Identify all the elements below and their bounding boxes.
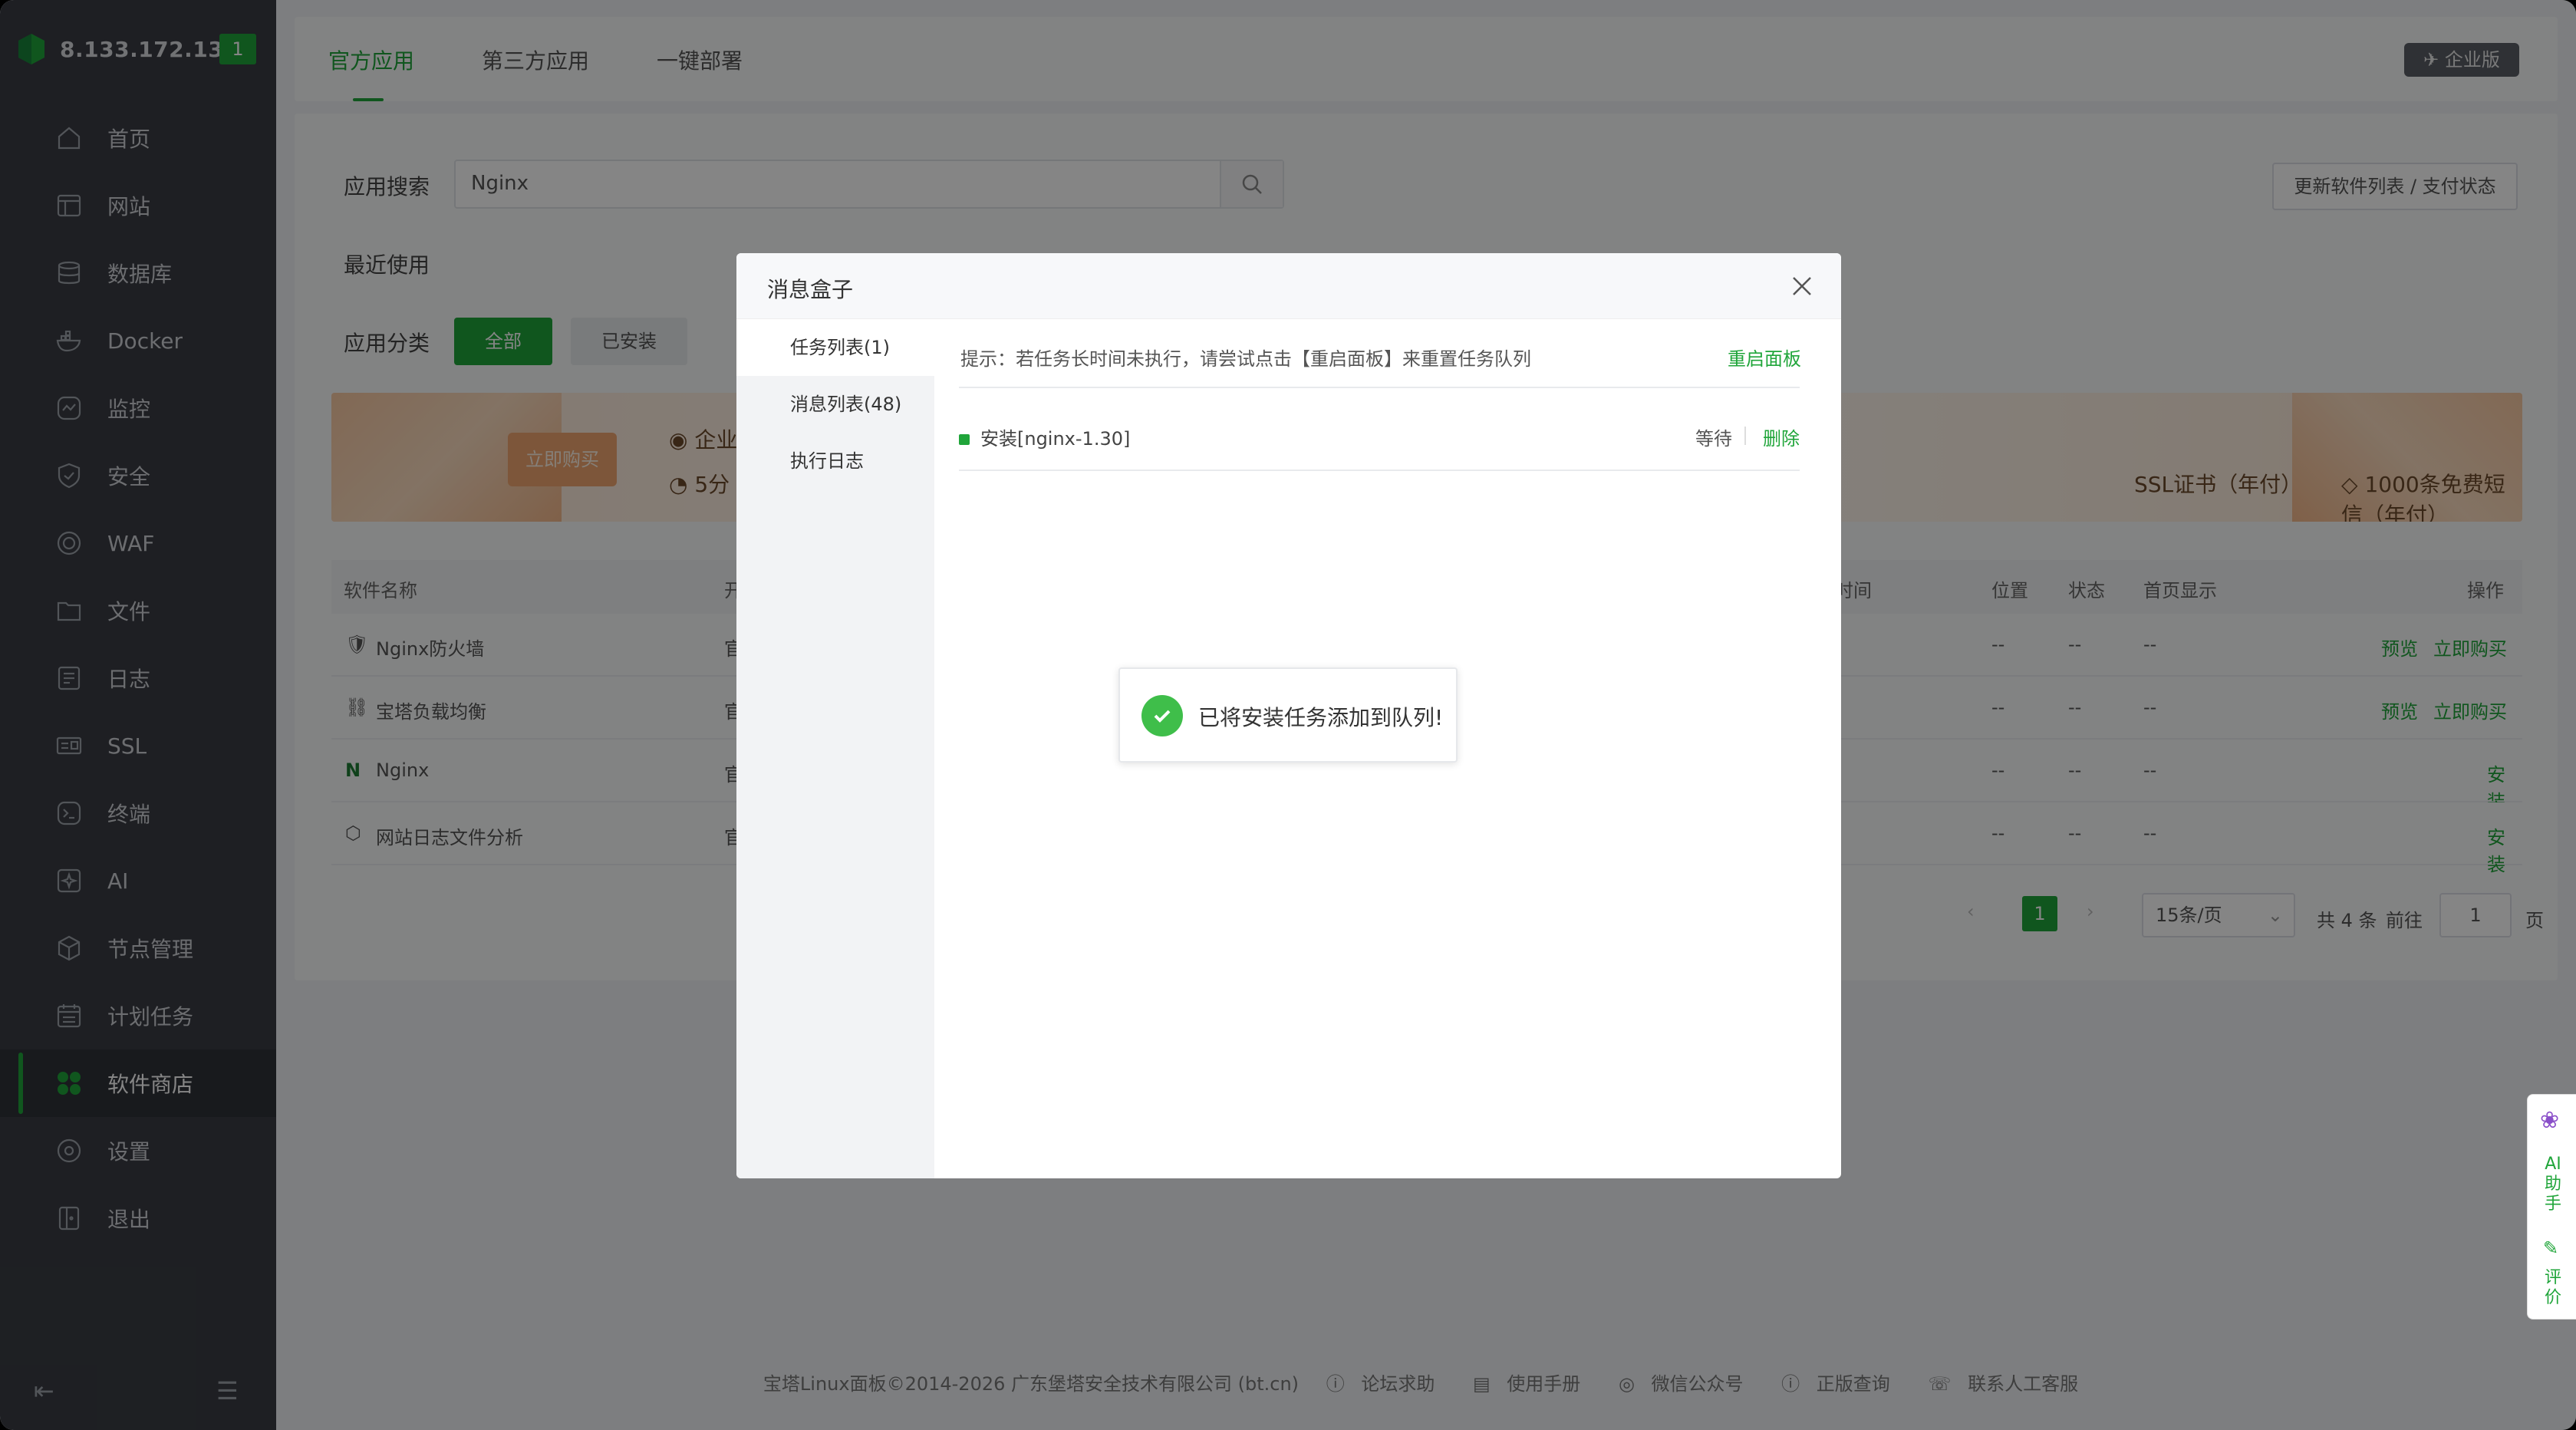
dialog-header: 消息盒子 [736,253,1841,319]
tab-execution-log[interactable]: 执行日志 [736,433,934,489]
restart-panel-link[interactable]: 重启面板 [1728,344,1801,371]
task-name: 安装[nginx-1.30] [980,428,1131,450]
task-item: 安装[nginx-1.30] [959,423,1130,450]
success-toast: 已将安装任务添加到队列! [1118,667,1458,763]
dialog-title: 消息盒子 [767,277,854,302]
ai-assistant-label: AI助手 [2544,1155,2561,1214]
toast-message: 已将安装任务添加到队列! [1198,705,1444,730]
tab-task-list[interactable]: 任务列表(1) [736,319,934,376]
task-status-dot [959,434,970,445]
divider [1744,427,1746,445]
delete-task-link[interactable]: 删除 [1763,423,1800,450]
close-icon[interactable] [1789,273,1815,299]
divider [959,470,1800,471]
ai-mascot-icon: ❀ [2540,1107,2560,1134]
divider [959,387,1800,388]
edit-icon: ✎ [2543,1237,2559,1259]
rate-label[interactable]: 评价 [2541,1268,2564,1308]
ai-assistant-float[interactable]: ❀ AI助手 ✎ 评价 [2527,1094,2576,1320]
task-status: 等待 [1695,428,1732,450]
dialog-side-tabs: 任务列表(1) 消息列表(48) 执行日志 [736,319,934,1178]
check-circle-icon [1141,695,1183,736]
app-window: 8.133.172.13 1 首页 网站 数据库 Docker 监控 安全 WA… [0,0,2576,1430]
task-hint: 提示：若任务长时间未执行，请尝试点击【重启面板】来重置任务队列 [960,348,1531,370]
tab-message-list[interactable]: 消息列表(48) [736,376,934,433]
